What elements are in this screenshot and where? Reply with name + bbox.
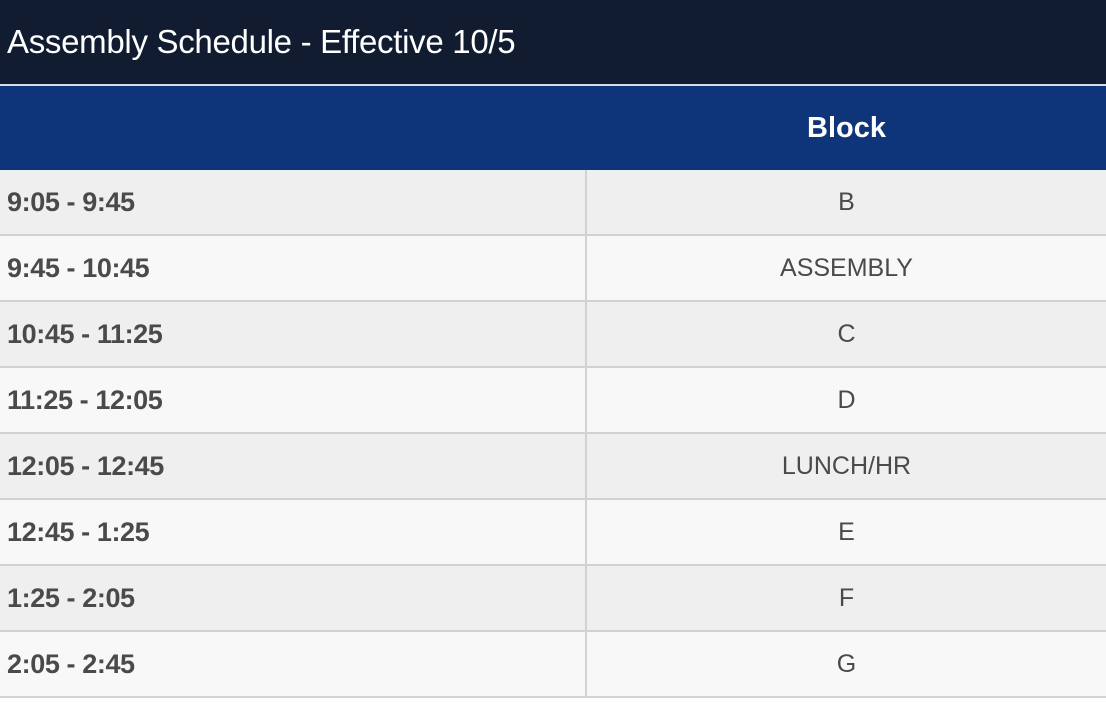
block-cell: B (838, 188, 855, 216)
table-row: 1:25 - 2:05 F (0, 566, 1106, 632)
block-cell: G (836, 650, 857, 678)
block-cell: C (837, 320, 856, 348)
page-title: Assembly Schedule - Effective 10/5 (0, 0, 1106, 84)
time-cell: 12:45 - 1:25 (0, 500, 587, 564)
time-cell: 9:45 - 10:45 (0, 236, 587, 300)
time-column-header (0, 86, 587, 170)
table-row: 2:05 - 2:45 G (0, 632, 1106, 698)
table-row: 9:05 - 9:45 B (0, 170, 1106, 236)
time-cell: 1:25 - 2:05 (0, 566, 587, 630)
schedule-table-body: 9:05 - 9:45 B 9:45 - 10:45 ASSEMBLY 10:4… (0, 170, 1106, 698)
table-row: 12:05 - 12:45 LUNCH/HR (0, 434, 1106, 500)
block-cell: ASSEMBLY (780, 254, 913, 282)
block-cell: E (838, 518, 855, 546)
block-cell: LUNCH/HR (781, 452, 912, 480)
table-header-row: Block (0, 84, 1106, 170)
time-cell: 10:45 - 11:25 (0, 302, 587, 366)
time-cell: 12:05 - 12:45 (0, 434, 587, 498)
time-cell: 11:25 - 12:05 (0, 368, 587, 432)
block-cell: F (838, 584, 855, 612)
table-row: 11:25 - 12:05 D (0, 368, 1106, 434)
table-row: 12:45 - 1:25 E (0, 500, 1106, 566)
block-cell: D (837, 386, 856, 414)
table-row: 9:45 - 10:45 ASSEMBLY (0, 236, 1106, 302)
time-cell: 2:05 - 2:45 (0, 632, 587, 696)
table-row: 10:45 - 11:25 C (0, 302, 1106, 368)
block-column-header: Block (807, 112, 886, 144)
time-cell: 9:05 - 9:45 (0, 170, 587, 234)
